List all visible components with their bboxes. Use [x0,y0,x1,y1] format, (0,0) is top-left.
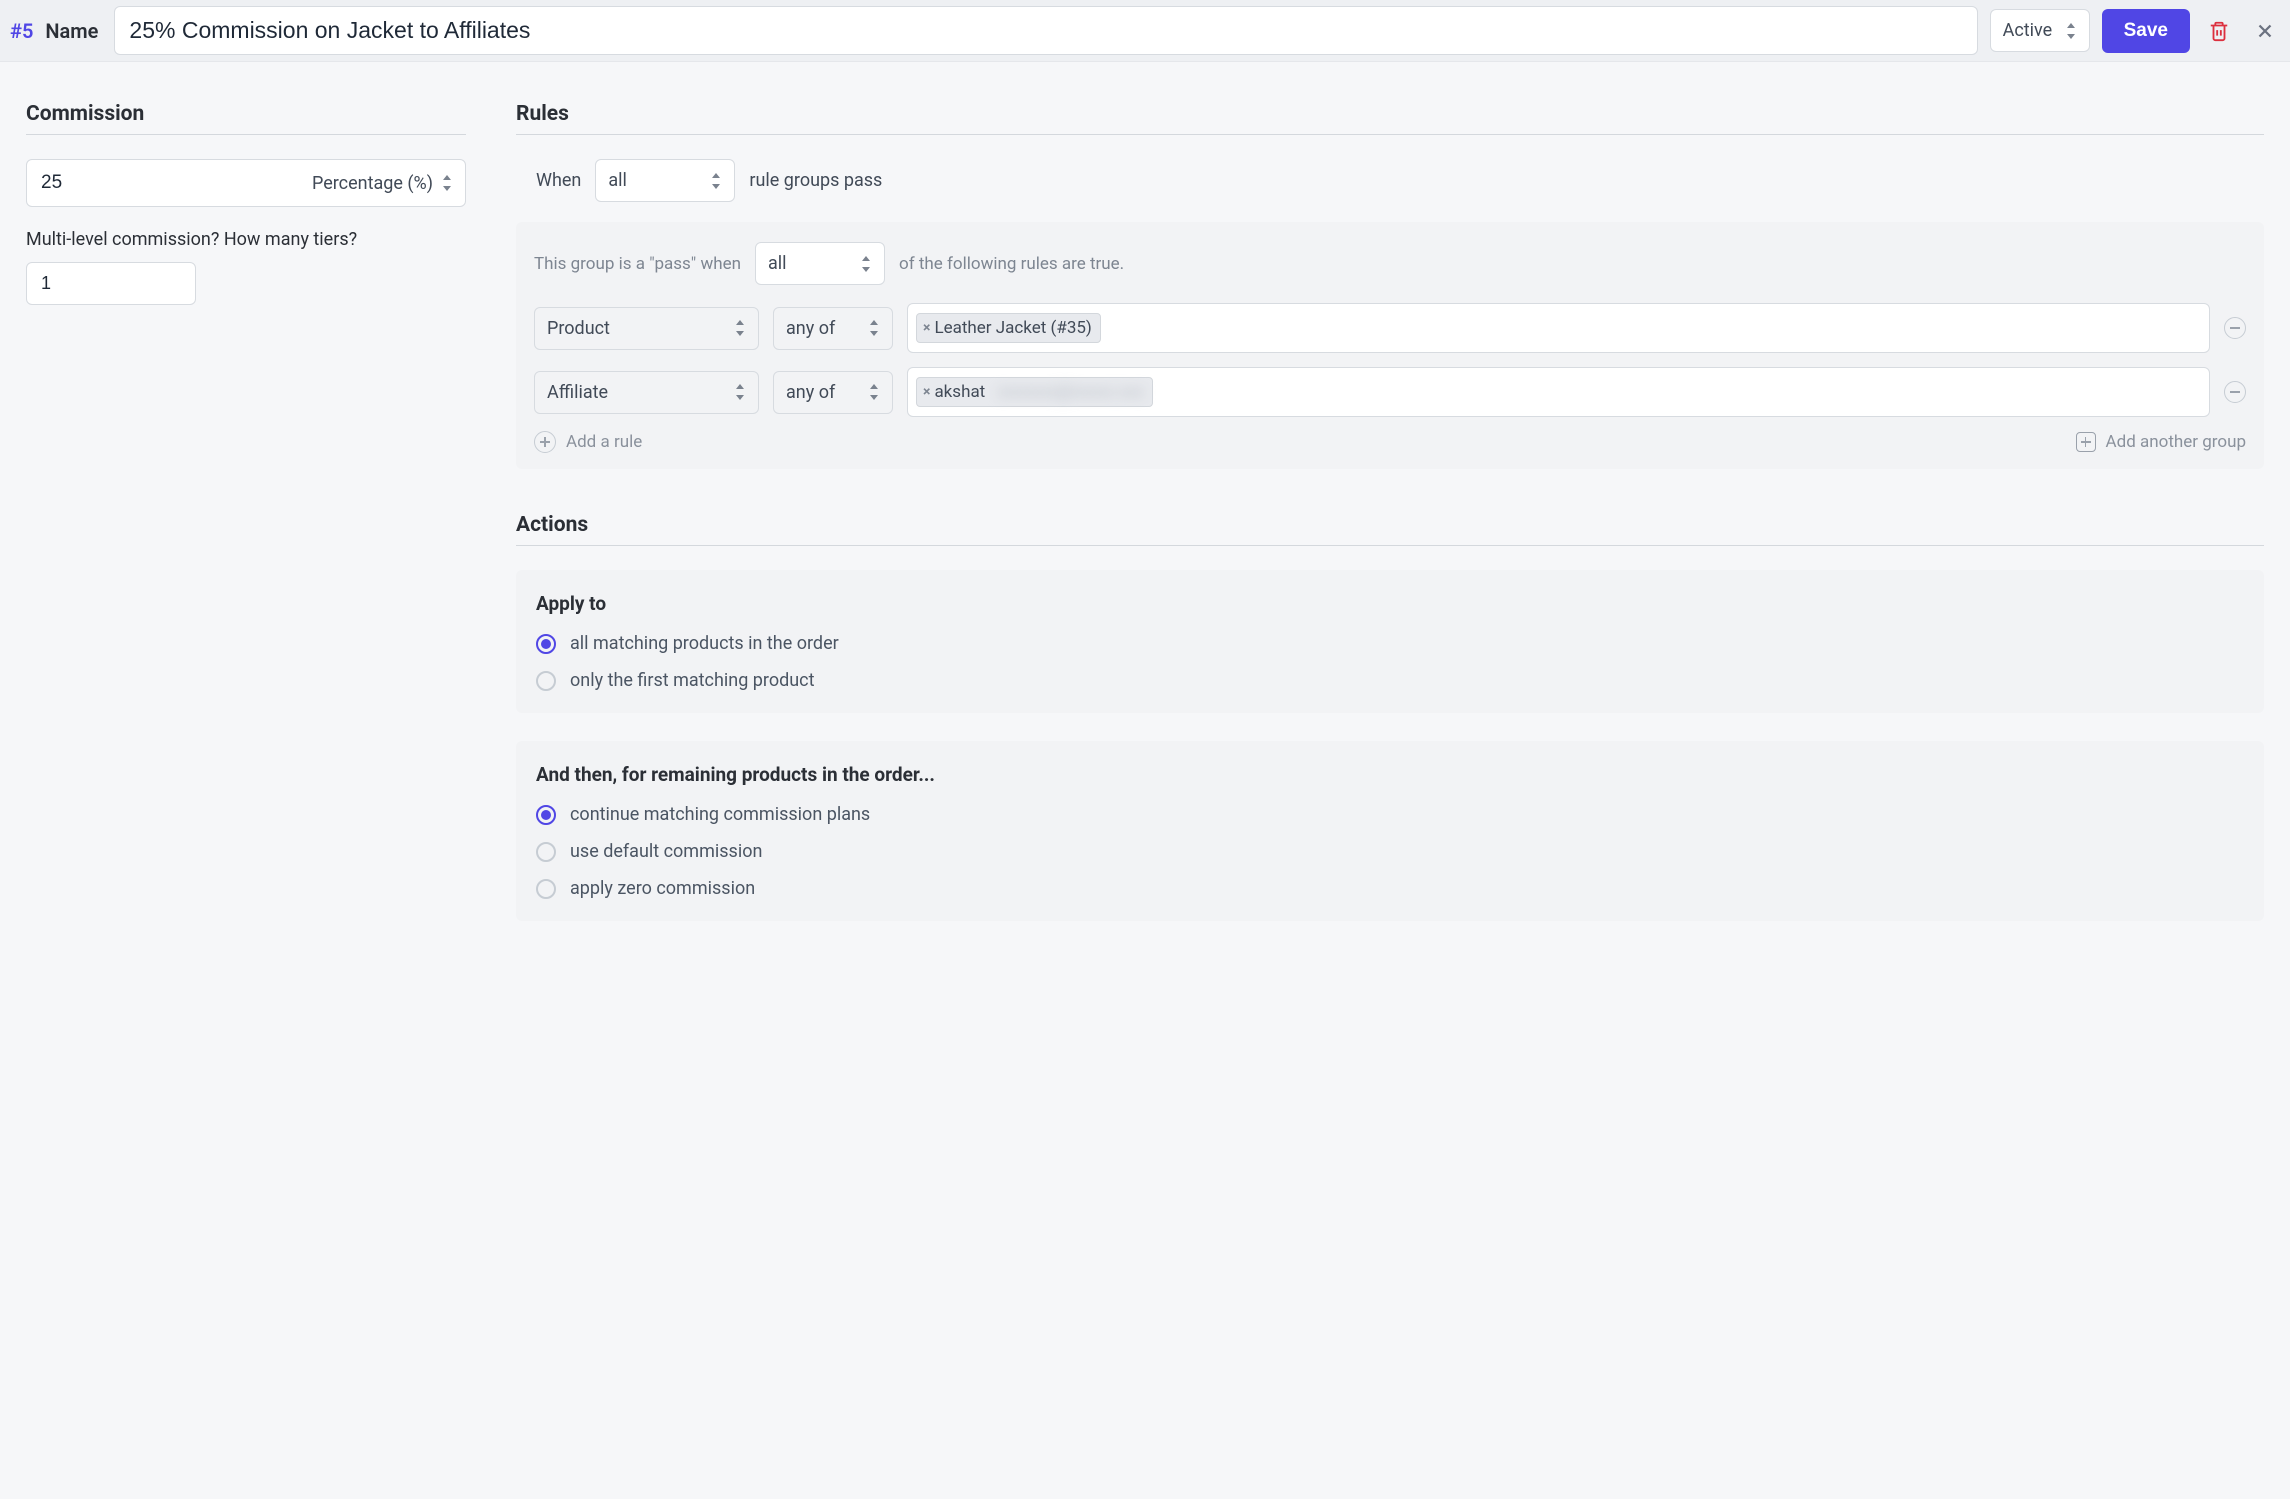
status-value: Active [2003,20,2053,41]
rule-field-select[interactable]: Product [534,307,759,350]
plus-square-icon [2076,432,2096,452]
actions-title: Actions [516,513,2264,546]
chevron-updown-icon [870,384,880,400]
add-group-button[interactable]: Add another group [2076,432,2246,452]
tiers-input[interactable] [26,262,196,305]
group-mode-value: all [768,253,787,274]
chevron-updown-icon [870,320,880,336]
chevron-updown-icon [736,384,746,400]
group-prefix: This group is a "pass" when [534,254,741,274]
status-select[interactable]: Active [1990,9,2090,52]
group-footer: Add a rule Add another group [534,431,2246,453]
rule-value-input[interactable]: × Leather Jacket (#35) [907,303,2210,353]
when-label: When [536,170,581,191]
commission-type-select[interactable]: Percentage (%) [312,173,453,194]
rule-group: This group is a "pass" when all of the f… [516,222,2264,469]
remaining-heading: And then, for remaining products in the … [536,763,2244,786]
chevron-updown-icon [862,256,872,272]
redacted-text: xxxxxxx@xxxxx.xxx [989,382,1148,402]
commission-type-value: Percentage (%) [312,173,433,194]
tag-label: akshat [934,382,985,402]
apply-to-option[interactable]: all matching products in the order [536,633,2244,654]
rule-op-select[interactable]: any of [773,307,893,350]
rule-op-value: any of [786,318,835,339]
trash-icon [2208,20,2230,42]
group-suffix: of the following rules are true. [899,254,1124,274]
group-header: This group is a "pass" when all of the f… [534,242,2246,285]
add-rule-button[interactable]: Add a rule [534,431,642,453]
option-label: apply zero commission [570,878,755,899]
chevron-updown-icon [736,320,746,336]
when-suffix: rule groups pass [749,170,882,191]
option-label: only the first matching product [570,670,814,691]
radio-icon [536,634,556,654]
apply-to-option[interactable]: only the first matching product [536,670,2244,691]
apply-to-box: Apply to all matching products in the or… [516,570,2264,713]
tag-label: Leather Jacket (#35) [934,318,1091,338]
plus-circle-icon [534,431,556,453]
option-label: use default commission [570,841,762,862]
rule-field-value: Product [547,318,610,339]
tag: × akshat xxxxxxx@xxxxx.xxx [916,377,1153,407]
remove-rule-button[interactable] [2224,317,2246,339]
commission-title: Commission [26,102,466,135]
rule-row: Affiliate any of × akshat xxxxxxx@xxxxx.… [534,367,2246,417]
rule-field-select[interactable]: Affiliate [534,371,759,414]
rule-op-select[interactable]: any of [773,371,893,414]
radio-icon [536,842,556,862]
apply-to-heading: Apply to [536,592,2244,615]
rules-column: Rules When all rule groups pass This gro… [516,102,2264,949]
remaining-option[interactable]: continue matching commission plans [536,804,2244,825]
rule-op-value: any of [786,382,835,403]
tag-remove-icon[interactable]: × [923,384,930,400]
chevron-updown-icon [443,175,453,191]
remaining-box: And then, for remaining products in the … [516,741,2264,921]
rule-field-value: Affiliate [547,382,608,403]
group-mode-select[interactable]: all [755,242,885,285]
when-mode-value: all [608,170,627,191]
delete-button[interactable] [2202,14,2236,48]
remaining-option[interactable]: use default commission [536,841,2244,862]
tag-remove-icon[interactable]: × [923,320,930,336]
remove-rule-button[interactable] [2224,381,2246,403]
tiers-label: Multi-level commission? How many tiers? [26,229,466,250]
add-rule-label: Add a rule [566,432,642,452]
commission-column: Commission Percentage (%) Multi-level co… [26,102,466,949]
add-group-label: Add another group [2106,432,2246,452]
commission-input-box: Percentage (%) [26,159,466,207]
radio-icon [536,671,556,691]
chevron-updown-icon [2067,23,2077,39]
save-button[interactable]: Save [2102,9,2190,53]
topbar: #5 Name Active Save [0,0,2290,62]
when-row: When all rule groups pass [516,159,2264,202]
content: Commission Percentage (%) Multi-level co… [0,62,2290,1009]
tag: × Leather Jacket (#35) [916,313,1101,343]
name-input[interactable] [114,6,1977,55]
radio-icon [536,805,556,825]
chevron-updown-icon [712,173,722,189]
option-label: all matching products in the order [570,633,839,654]
name-label: Name [45,19,98,43]
rule-value-input[interactable]: × akshat xxxxxxx@xxxxx.xxx [907,367,2210,417]
commission-value-input[interactable] [41,172,121,194]
rules-title: Rules [516,102,2264,135]
option-label: continue matching commission plans [570,804,870,825]
remaining-option[interactable]: apply zero commission [536,878,2244,899]
plan-id: #5 [8,19,33,43]
rule-row: Product any of × Leather Jacket (#35) [534,303,2246,353]
close-button[interactable] [2248,14,2282,48]
close-icon [2254,20,2276,42]
radio-icon [536,879,556,899]
when-mode-select[interactable]: all [595,159,735,202]
